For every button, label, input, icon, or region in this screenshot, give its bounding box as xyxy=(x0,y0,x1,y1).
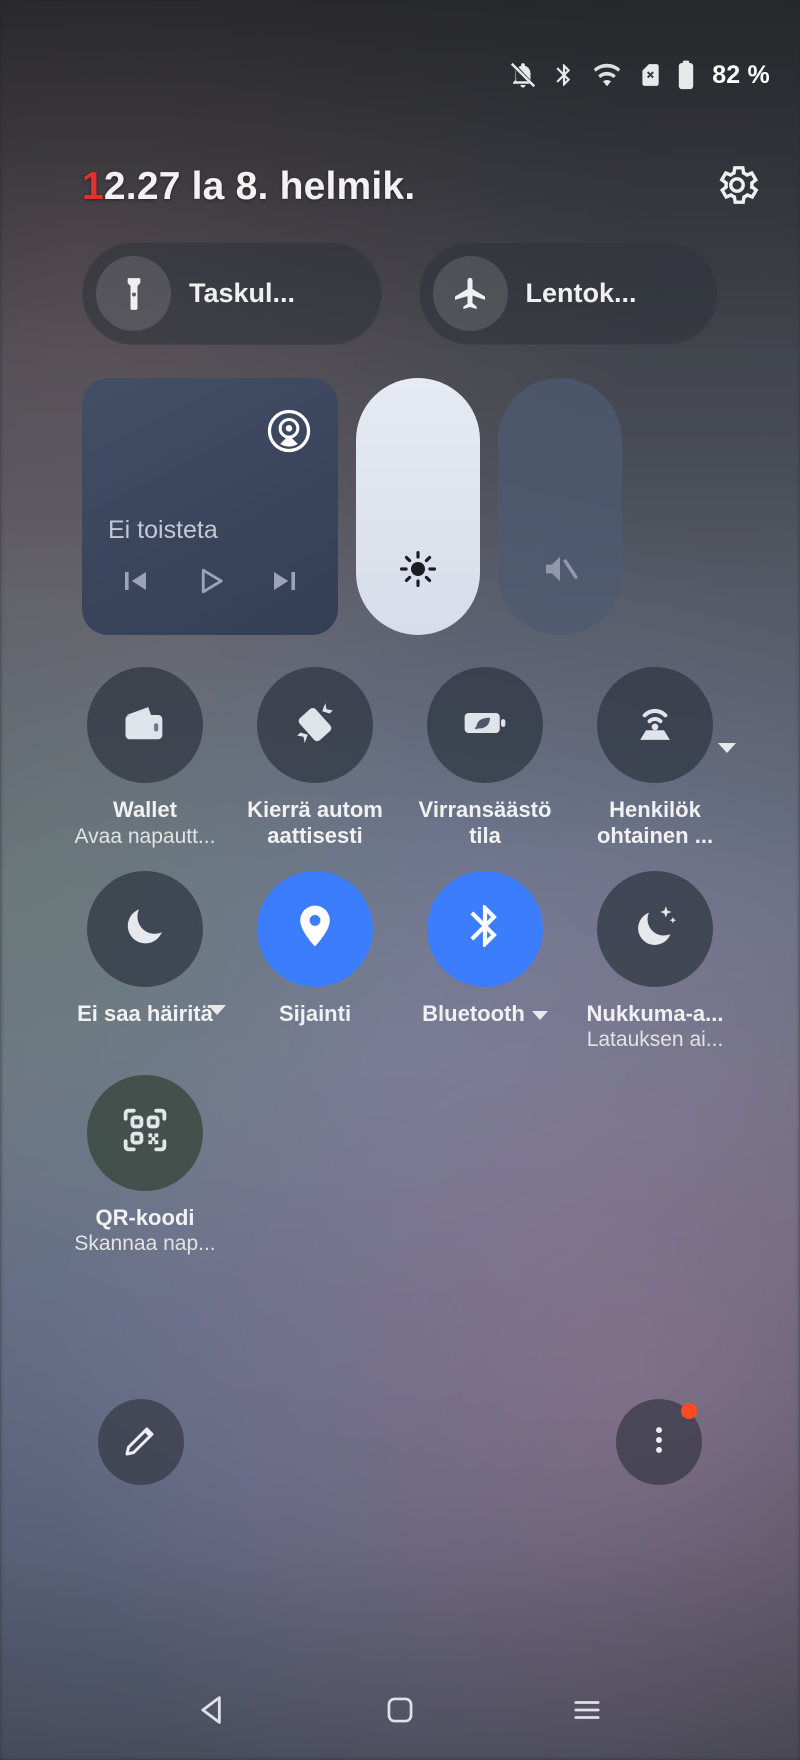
tile-hotspot[interactable]: Henkilök ohtainen ... xyxy=(570,667,740,849)
tile-bedtime-label: Nukkuma-a... xyxy=(586,1000,724,1026)
hotspot-icon xyxy=(628,696,682,755)
back-button[interactable] xyxy=(173,1677,253,1747)
status-bar: 82 % xyxy=(0,0,800,150)
tile-location[interactable]: Sijainti xyxy=(230,870,400,1053)
battery-percentage: 82 % xyxy=(712,60,770,89)
bluetooth-icon xyxy=(460,901,510,956)
brightness-slider[interactable] xyxy=(356,378,480,635)
tile-hotspot-caret[interactable] xyxy=(718,743,736,753)
qr-code-icon xyxy=(118,1103,172,1162)
media-title: Ei toisteta xyxy=(108,516,218,544)
menu-notification-badge xyxy=(681,1403,697,1419)
recents-lines-icon xyxy=(569,1692,605,1733)
flashlight-icon xyxy=(96,256,171,331)
skip-previous-icon xyxy=(116,563,152,604)
recents-button[interactable] xyxy=(547,1677,627,1747)
tile-do-not-disturb-label: Ei saa häiritä xyxy=(77,1000,213,1026)
edit-tiles-button[interactable] xyxy=(98,1399,184,1485)
tile-qr-code-circle xyxy=(87,1074,203,1191)
tile-qr-code-sublabel: Skannaa nap... xyxy=(74,1232,216,1256)
android-navigation-bar xyxy=(0,1664,800,1760)
media-player-card[interactable]: Ei toisteta xyxy=(82,378,338,635)
clock-highlight-digit: 1 xyxy=(82,165,104,208)
tile-auto-rotate-label: Kierrä autom aattisesti xyxy=(247,797,383,848)
quick-settings-panel: 82 % 12.27 la 8. helmik. Taskul... Lento… xyxy=(0,0,800,1760)
tile-wallet-sublabel: Avaa napautt... xyxy=(74,824,216,848)
tile-bluetooth[interactable]: Bluetooth xyxy=(400,870,570,1053)
bedtime-icon xyxy=(630,901,680,956)
previous-track-button[interactable] xyxy=(104,559,164,607)
airplane-icon xyxy=(432,256,508,331)
tile-bluetooth-text: Bluetooth xyxy=(422,1000,525,1026)
next-track-button[interactable] xyxy=(256,559,316,607)
pill-toggle-row: Taskul... Lentok... xyxy=(82,242,718,345)
volume-slider-fill xyxy=(498,378,622,635)
volume-slider[interactable] xyxy=(498,378,622,635)
pill-flashlight[interactable]: Taskul... xyxy=(82,242,382,345)
panel-bottom-bar xyxy=(0,1396,800,1488)
wifi-icon xyxy=(590,60,624,90)
back-triangle-icon xyxy=(194,1691,232,1734)
tile-do-not-disturb-circle xyxy=(87,870,203,987)
sim-missing-icon xyxy=(637,60,663,90)
do-not-disturb-icon xyxy=(121,902,169,955)
clock-date: la 8. helmik. xyxy=(180,165,416,208)
tile-location-circle xyxy=(257,870,373,987)
pill-airplane-mode[interactable]: Lentok... xyxy=(418,242,718,345)
location-icon xyxy=(290,901,340,956)
cast-output-icon[interactable] xyxy=(266,408,312,459)
home-square-icon xyxy=(383,1693,417,1732)
tile-bedtime-circle xyxy=(597,870,713,987)
media-and-sliders-row: Ei toisteta xyxy=(82,378,718,635)
tile-location-label: Sijainti xyxy=(278,1000,352,1026)
tile-qr-code-label: QR-koodi xyxy=(95,1204,195,1230)
notifications-muted-icon xyxy=(508,60,538,90)
overflow-menu-button[interactable] xyxy=(616,1399,702,1485)
tile-bluetooth-label: Bluetooth xyxy=(403,1001,567,1027)
bluetooth-icon xyxy=(551,60,577,90)
play-button[interactable] xyxy=(180,559,240,607)
tile-hotspot-circle xyxy=(597,667,713,783)
edit-pencil-icon xyxy=(121,1420,161,1465)
gear-icon xyxy=(713,161,761,214)
tile-battery-saver-label: Virransäästö tila xyxy=(418,797,552,848)
clock-and-date[interactable]: 12.27 la 8. helmik. xyxy=(82,165,415,209)
wallet-icon xyxy=(119,697,171,754)
tile-wallet-label: Wallet xyxy=(113,797,177,822)
tile-auto-rotate-circle xyxy=(257,667,373,783)
tile-battery-saver[interactable]: Virransäästö tila xyxy=(400,667,570,849)
clock-time: 2.27 xyxy=(103,165,181,208)
home-button[interactable] xyxy=(360,1677,440,1747)
tile-bluetooth-caret[interactable] xyxy=(531,1010,548,1020)
auto-rotate-icon xyxy=(288,696,342,755)
settings-button[interactable] xyxy=(710,160,764,214)
brightness-slider-fill xyxy=(356,378,480,635)
tile-do-not-disturb-caret[interactable] xyxy=(208,1004,226,1015)
media-controls xyxy=(104,559,316,607)
tile-wallet[interactable]: Wallet Avaa napautt... xyxy=(60,667,230,849)
tile-bedtime[interactable]: Nukkuma-a... Latauksen ai... xyxy=(570,870,740,1053)
panel-header: 12.27 la 8. helmik. xyxy=(0,152,800,222)
play-icon xyxy=(192,563,228,604)
tile-qr-code[interactable]: QR-koodi Skannaa nap... xyxy=(60,1074,230,1257)
tile-battery-saver-circle xyxy=(427,667,543,783)
overflow-menu-icon xyxy=(642,1423,676,1462)
tile-bluetooth-circle xyxy=(427,870,543,987)
pill-airplane-label: Lentok... xyxy=(525,278,637,308)
tile-wallet-circle xyxy=(87,667,203,783)
tile-auto-rotate[interactable]: Kierrä autom aattisesti xyxy=(230,667,400,849)
quick-settings-tile-grid: Wallet Avaa napautt... Kierrä autom aatt… xyxy=(60,667,740,1257)
battery-icon xyxy=(676,59,696,91)
tile-hotspot-label: Henkilök ohtainen ... xyxy=(596,797,714,848)
tile-bedtime-sublabel: Latauksen ai... xyxy=(586,1028,724,1052)
brightness-icon xyxy=(397,548,439,595)
pill-flashlight-label: Taskul... xyxy=(189,278,296,308)
tile-do-not-disturb[interactable]: Ei saa häiritä xyxy=(60,870,230,1053)
volume-muted-icon xyxy=(539,548,581,595)
battery-saver-icon xyxy=(459,697,511,754)
skip-next-icon xyxy=(268,563,304,604)
